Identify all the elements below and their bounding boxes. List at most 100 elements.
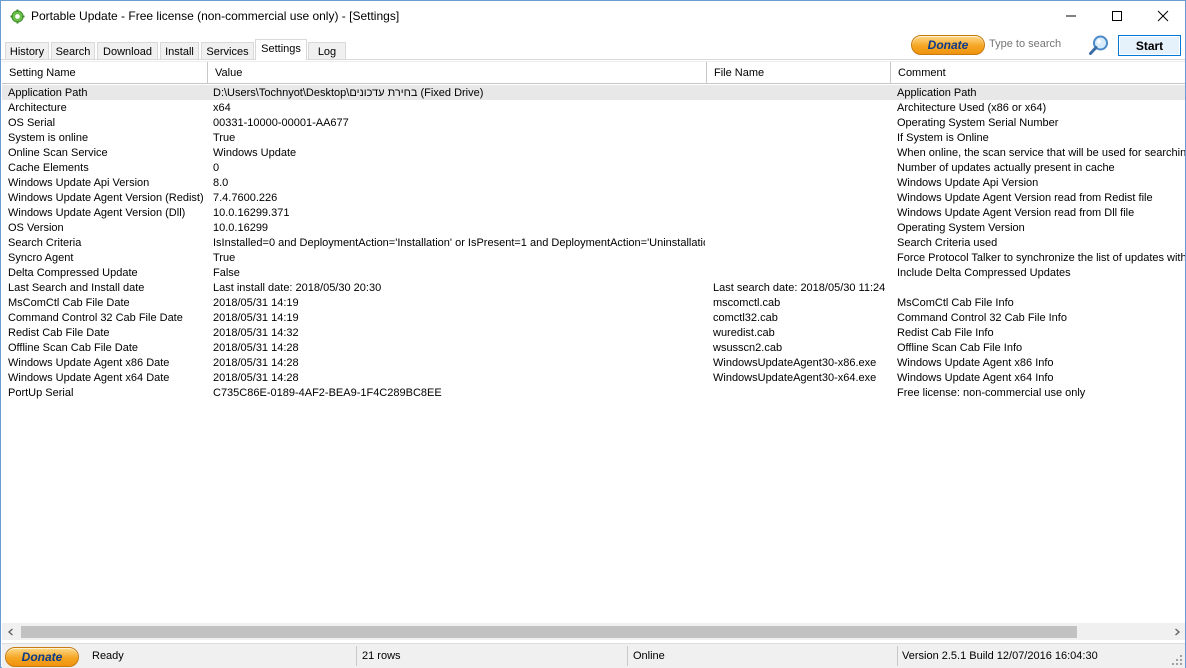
table-row[interactable]: Application Path D:\Users\Tochnyot\Deskto… [2,85,1185,100]
table-row[interactable]: Windows Update Agent Version (Redist) 7.4… [2,190,1185,205]
cell-file-name [713,161,889,175]
tab-search[interactable]: Search [51,42,95,60]
minimize-icon [1066,15,1076,17]
tab-services[interactable]: Services [201,42,254,60]
cell-file-name [713,176,889,190]
column-header-comment[interactable]: Comment [891,62,1185,84]
scrollbar-thumb[interactable] [21,626,1077,638]
column-header-value[interactable]: Value [208,62,707,84]
status-separator [897,646,898,666]
table-row[interactable]: PortUp Serial C735C86E-0189-4AF2-BEA9-1F4… [2,385,1185,400]
cell-comment: If System is Online [897,132,989,144]
tab-settings[interactable]: Settings [255,39,307,60]
cell-file-name [713,266,889,280]
cell-setting-name: System is online [8,132,89,144]
donate-button-bottom[interactable]: Donate [5,647,79,667]
table-row[interactable]: OS Serial 00331-10000-00001-AA677 Operatin… [2,115,1185,130]
table-row[interactable]: Architecture x64 Architecture Used (x86 or… [2,100,1185,115]
maximize-button[interactable] [1094,1,1140,31]
cell-setting-name: Online Scan Service [8,147,108,159]
cell-setting-name: Syncro Agent [8,252,74,264]
cell-setting-name: Windows Update Agent x86 Date [8,357,170,369]
cell-value: 10.0.16299.371 [213,207,290,219]
cell-comment: Operating System Version [897,222,1025,234]
maximize-icon [1112,11,1122,21]
cell-setting-name: OS Version [8,222,64,234]
cell-setting-name: Windows Update Agent x64 Date [8,372,170,384]
start-button[interactable]: Start [1118,35,1181,56]
scroll-right-button[interactable] [1168,623,1185,640]
close-button[interactable] [1140,1,1186,31]
search-magnifier-icon[interactable] [1088,34,1110,56]
scroll-right-icon [1174,628,1180,635]
table-row[interactable]: Cache Elements 0 Number of updates actuall… [2,160,1185,175]
cell-value: 00331-10000-00001-AA677 [213,117,349,129]
status-text: Ready [92,650,124,662]
cell-setting-name: Command Control 32 Cab File Date [8,312,183,324]
tab-history[interactable]: History [5,42,49,60]
status-bar: Donate Ready 21 rows Online Version 2.5.… [2,643,1185,668]
cell-value: 10.0.16299 [213,222,269,234]
cell-value: x64 [213,102,231,114]
cell-comment [897,281,1185,295]
table-row[interactable]: Windows Update Agent x86 Date 2018/05/31 … [2,355,1185,370]
cell-comment: MsComCtl Cab File Info [897,297,1014,309]
table-row[interactable]: Last Search and Install date Last install… [2,280,1185,295]
cell-setting-name: MsComCtl Cab File Date [8,297,130,309]
status-separator [627,646,628,666]
minimize-button[interactable] [1048,1,1094,31]
tab-download[interactable]: Download [97,42,158,60]
tab-log[interactable]: Log [308,42,346,60]
cell-value: 2018/05/31 14:19 [213,297,299,309]
close-icon [1157,10,1169,22]
tab-install[interactable]: Install [160,42,199,60]
donate-button[interactable]: Donate [911,35,985,55]
column-header-setting-name[interactable]: Setting Name [2,62,208,84]
cell-file-name: WindowsUpdateAgent30-x64.exe [713,372,877,384]
cell-value: 8.0 [213,177,229,189]
cell-comment: Redist Cab File Info [897,327,994,339]
cell-comment: Command Control 32 Cab File Info [897,312,1067,324]
cell-value: 7.4.7600.226 [213,192,278,204]
cell-value: True [213,132,236,144]
settings-table: Setting Name Value File Name Comment App… [2,61,1185,623]
table-row[interactable]: Search Criteria IsInstalled=0 and Deploym… [2,235,1185,250]
search-input[interactable] [987,34,1087,54]
table-row[interactable]: Offline Scan Cab File Date 2018/05/31 14:… [2,340,1185,355]
resize-grip-icon[interactable] [1171,654,1183,666]
table-row[interactable]: Delta Compressed Update False Include Delt… [2,265,1185,280]
cell-value: 2018/05/31 14:19 [213,312,299,324]
cell-value: IsInstalled=0 and DeploymentAction='Inst… [213,237,705,249]
app-gear-icon [10,9,25,24]
cell-comment: Include Delta Compressed Updates [897,267,1071,279]
table-row[interactable]: Command Control 32 Cab File Date 2018/05/… [2,310,1185,325]
table-row[interactable]: Syncro Agent True Force Protocol Talker to… [2,250,1185,265]
cell-setting-name: Windows Update Agent Version (Dll) [8,207,186,219]
cell-file-name [713,101,889,115]
table-row[interactable]: OS Version 10.0.16299 Operating System Ver… [2,220,1185,235]
cell-value: False [213,267,240,279]
table-row[interactable]: Windows Update Agent Version (Dll) 10.0.1… [2,205,1185,220]
row-count: 21 rows [362,650,401,662]
cell-file-name: WindowsUpdateAgent30-x86.exe [713,357,877,369]
table-row[interactable]: Windows Update Agent x64 Date 2018/05/31 … [2,370,1185,385]
app-window: Portable Update - Free license (non-comm… [0,0,1186,668]
cell-file-name [713,386,889,400]
cell-comment: Windows Update Agent Version read from D… [897,207,1135,219]
table-row[interactable]: Online Scan Service Windows Update When on… [2,145,1185,160]
table-row[interactable]: MsComCtl Cab File Date 2018/05/31 14:19 ms… [2,295,1185,310]
cell-setting-name: Redist Cab File Date [8,327,110,339]
cell-comment: Search Criteria used [897,237,998,249]
table-row[interactable]: Windows Update Api Version 8.0 Windows Upd… [2,175,1185,190]
cell-setting-name: Cache Elements [8,162,89,174]
cell-file-name [713,191,889,205]
cell-comment: Force Protocol Talker to synchronize the… [897,252,1185,264]
table-row[interactable]: System is online True If System is Online [2,130,1185,145]
window-title: Portable Update - Free license (non-comm… [31,9,400,23]
scroll-left-button[interactable] [2,623,19,640]
tab-divider [1,59,1185,60]
table-row[interactable]: Redist Cab File Date 2018/05/31 14:32 wure… [2,325,1185,340]
horizontal-scrollbar[interactable] [2,623,1185,640]
cell-file-name [713,236,889,250]
column-header-file-name[interactable]: File Name [707,62,891,84]
